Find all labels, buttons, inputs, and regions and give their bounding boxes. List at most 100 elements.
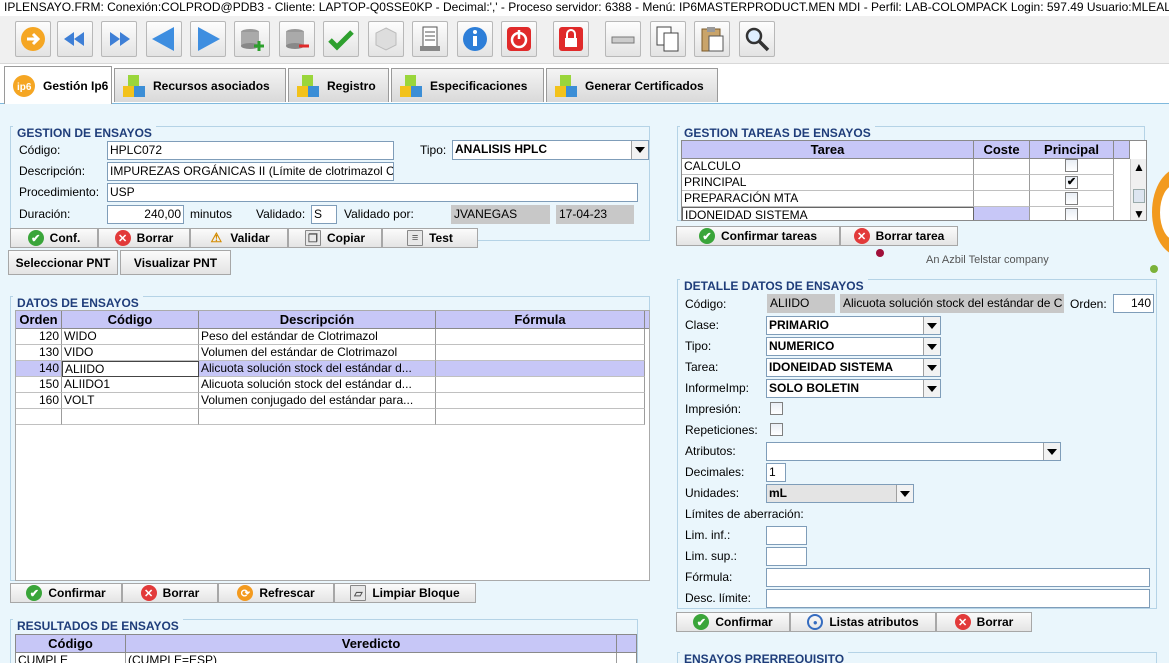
listas-atributos-button[interactable]: ● Listas atributos [790, 612, 936, 632]
orden-cell[interactable]: 150 [16, 377, 62, 393]
descripcion-cell[interactable] [199, 409, 436, 425]
confirmar-datos-button[interactable]: ✔ Confirmar [10, 583, 122, 603]
codigo-cell[interactable]: VOLT [62, 393, 199, 409]
codigo-cell[interactable]: ALIIDO [62, 361, 199, 377]
test-button[interactable]: ≡ Test [382, 228, 478, 248]
codigo-cell[interactable]: VIDO [62, 345, 199, 361]
lock-button[interactable] [553, 21, 589, 57]
tab-gestion-ip6[interactable]: ip6 Gestión Ip6 [4, 66, 112, 104]
tipo-select[interactable]: NUMERICO [766, 337, 941, 356]
principal-checkbox[interactable]: ✔ [1065, 176, 1078, 189]
chevron-down-icon[interactable] [923, 380, 940, 397]
descripcion-cell[interactable]: Volumen conjugado del estándar para... [199, 393, 436, 409]
duracion-input[interactable]: 240,00 [107, 205, 184, 224]
formula-cell[interactable] [436, 345, 645, 361]
confirmar-detalle-button[interactable]: ✔ Confirmar [676, 612, 790, 632]
chevron-down-icon[interactable] [1043, 443, 1060, 460]
descripcion-cell[interactable]: Volumen del estándar de Clotrimazol [199, 345, 436, 361]
formula-input[interactable] [766, 568, 1150, 587]
tarea-cell[interactable]: PRINCIPAL [682, 175, 974, 191]
column-header-coste[interactable]: Coste [974, 141, 1030, 159]
tarea-cell[interactable]: CALCULO [682, 159, 974, 175]
confirmar-tareas-button[interactable]: ✔ Confirmar tareas [676, 226, 840, 246]
exit-button[interactable] [501, 21, 537, 57]
orden-input[interactable]: 140 [1113, 294, 1154, 313]
tarea-cell[interactable]: PREPARACIÓN MTA [682, 191, 974, 207]
copiar-button[interactable]: ❐ Copiar [288, 228, 382, 248]
chevron-down-icon[interactable] [631, 141, 648, 159]
coste-cell[interactable] [974, 175, 1030, 191]
fast-forward-button[interactable] [101, 21, 137, 57]
tareas-scrollbar[interactable]: ▲ ▼ [1130, 159, 1146, 220]
search-button[interactable] [739, 21, 775, 57]
descripcion-cell[interactable]: Alicuota solución stock del estándar d..… [199, 361, 436, 377]
informe-select[interactable]: SOLO BOLETIN [766, 379, 941, 398]
principal-checkbox[interactable] [1065, 208, 1078, 220]
orden-cell[interactable]: 120 [16, 329, 62, 345]
descripcion-cell[interactable]: Alicuota solución stock del estándar d..… [199, 377, 436, 393]
column-header-principal[interactable]: Principal [1030, 141, 1114, 159]
seleccionar-pnt-button[interactable]: Seleccionar PNT [8, 250, 118, 275]
validar-button[interactable]: ⚠ Validar [190, 228, 288, 248]
codigo-input[interactable]: HPLC072 [107, 141, 394, 160]
paste-button[interactable] [694, 21, 730, 57]
limpiar-bloque-button[interactable]: ▱ Limpiar Bloque [334, 583, 476, 603]
lim-inf-input[interactable] [766, 526, 807, 545]
tarea-cell[interactable]: IDONEIDAD SISTEMA [682, 207, 974, 220]
tab-especificaciones[interactable]: Especificaciones [391, 68, 544, 102]
codigo-cell[interactable] [62, 409, 199, 425]
formula-cell[interactable] [436, 409, 645, 425]
borrar-tarea-button[interactable]: ✕ Borrar tarea [840, 226, 958, 246]
next-button[interactable] [190, 21, 226, 57]
principal-checkbox[interactable] [1065, 192, 1078, 205]
tipo-select[interactable]: ANALISIS HPLC [452, 140, 649, 160]
orden-cell[interactable]: 140 [16, 361, 62, 377]
lim-sup-input[interactable] [766, 547, 807, 566]
scroll-up-icon[interactable]: ▲ [1131, 159, 1146, 175]
enter-button[interactable] [15, 21, 51, 57]
previous-button[interactable] [146, 21, 182, 57]
procedimiento-input[interactable]: USP [107, 183, 638, 202]
principal-checkbox[interactable] [1065, 159, 1078, 172]
copy-button[interactable] [650, 21, 686, 57]
orden-cell[interactable]: 160 [16, 393, 62, 409]
chevron-down-icon[interactable] [923, 317, 940, 334]
codigo-cell[interactable]: CUMPLE [16, 653, 126, 663]
chevron-down-icon[interactable] [923, 359, 940, 376]
column-header-tarea[interactable]: Tarea [682, 141, 974, 159]
unidades-select[interactable]: mL [766, 484, 914, 503]
formula-cell[interactable] [436, 377, 645, 393]
validado-input[interactable]: S [311, 205, 337, 224]
column-header-codigo[interactable]: Código [62, 311, 199, 329]
chevron-down-icon[interactable] [896, 485, 913, 502]
column-header-orden[interactable]: Orden [16, 311, 62, 329]
visualizar-pnt-button[interactable]: Visualizar PNT [120, 250, 231, 275]
formula-cell[interactable] [436, 329, 645, 345]
desc-limite-input[interactable] [766, 589, 1150, 608]
borrar-datos-button[interactable]: ✕ Borrar [122, 583, 218, 603]
tab-recursos-asociados[interactable]: Recursos asociados [114, 68, 286, 102]
column-header-formula[interactable]: Fórmula [436, 311, 645, 329]
column-header-descripcion[interactable]: Descripción [199, 311, 436, 329]
info-button[interactable] [457, 21, 493, 57]
coste-cell[interactable] [974, 191, 1030, 207]
borrar-ensayo-button[interactable]: ✕ Borrar [98, 228, 190, 248]
coste-cell[interactable] [974, 159, 1030, 175]
repeticiones-checkbox[interactable] [770, 423, 783, 436]
veredicto-cell[interactable]: (CUMPLE=ESP) [126, 653, 617, 663]
database-remove-button[interactable] [279, 21, 315, 57]
descripcion-cell[interactable]: Peso del estándar de Clotrimazol [199, 329, 436, 345]
tray-button[interactable] [605, 21, 641, 57]
tab-registro[interactable]: Registro [288, 68, 389, 102]
confirm-button[interactable] [323, 21, 359, 57]
formula-cell[interactable] [436, 393, 645, 409]
impresion-checkbox[interactable] [770, 402, 783, 415]
chevron-down-icon[interactable] [923, 338, 940, 355]
column-header-veredicto[interactable]: Veredicto [126, 635, 617, 653]
coste-cell[interactable] [974, 207, 1030, 220]
rewind-button[interactable] [57, 21, 93, 57]
borrar-detalle-button[interactable]: ✕ Borrar [936, 612, 1032, 632]
descripcion-input[interactable]: IMPUREZAS ORGÁNICAS II (Límite de clotri… [107, 162, 394, 181]
orden-cell[interactable] [16, 409, 62, 425]
scroll-down-icon[interactable]: ▼ [1131, 206, 1146, 220]
